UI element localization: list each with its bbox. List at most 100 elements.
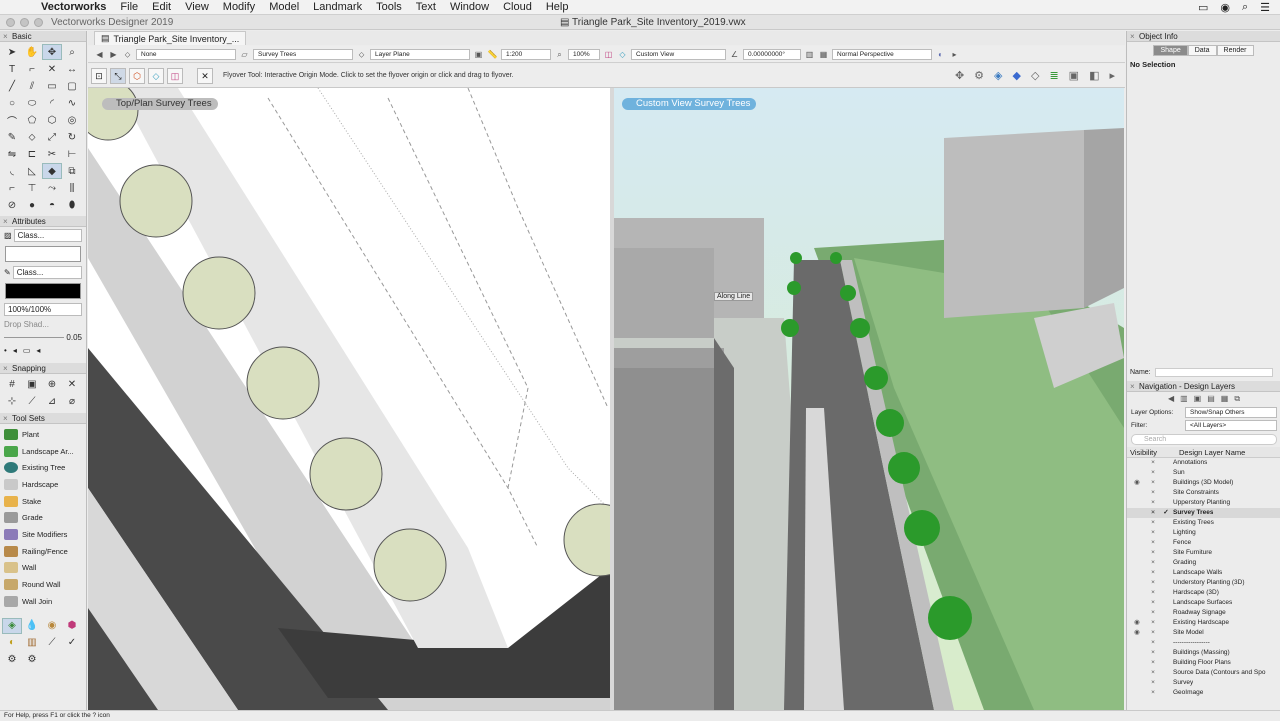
- blank-icon[interactable]: [1127, 538, 1147, 548]
- blank-icon[interactable]: [1127, 528, 1147, 538]
- paint-tool-icon[interactable]: ●: [22, 197, 42, 213]
- freehand-tool-icon[interactable]: ∿: [62, 95, 82, 111]
- flyover-tool-shortcut-icon[interactable]: ✥: [955, 69, 964, 82]
- layer-row[interactable]: × Survey: [1127, 678, 1280, 688]
- visibility-column-header[interactable]: Visibility: [1127, 447, 1179, 457]
- arc-tool-icon[interactable]: ◜: [42, 95, 62, 111]
- blank-icon[interactable]: [1127, 518, 1147, 528]
- layer-row[interactable]: × Site Furniture: [1127, 548, 1280, 558]
- selection-tool-icon[interactable]: ➤: [2, 44, 22, 60]
- toolset-landscape-area[interactable]: Landscape Ar...: [0, 443, 86, 460]
- forward-arrow-icon[interactable]: ▶: [108, 49, 119, 60]
- double-line-tool-icon[interactable]: ⫽: [22, 78, 42, 94]
- blank-icon[interactable]: [1127, 548, 1147, 558]
- blank-icon[interactable]: [1127, 598, 1147, 608]
- layer-row[interactable]: × Understory Planting (3D): [1127, 578, 1280, 588]
- menu-model[interactable]: Model: [262, 1, 306, 13]
- snap-to-tangent-icon[interactable]: ⌀: [62, 393, 82, 409]
- measure-tool-icon[interactable]: ⊘: [2, 197, 22, 213]
- layer-check-slot[interactable]: [1159, 618, 1173, 628]
- more-icon[interactable]: ▸: [949, 49, 960, 60]
- layer-name-column-header[interactable]: Design Layer Name: [1179, 447, 1245, 457]
- invisible-x-icon[interactable]: ×: [1147, 538, 1159, 548]
- visualization-set-icon[interactable]: ⬢: [62, 618, 82, 634]
- layers-icon[interactable]: ◇: [1031, 69, 1039, 82]
- nav-refs-icon[interactable]: ⧉: [1234, 394, 1240, 404]
- line-weight-slider[interactable]: [4, 337, 65, 338]
- invisible-x-icon[interactable]: ×: [1147, 598, 1159, 608]
- invisible-x-icon[interactable]: ×: [1147, 488, 1159, 498]
- lighting-icon[interactable]: ◐: [935, 49, 946, 60]
- blank-icon[interactable]: [1127, 558, 1147, 568]
- layer-row[interactable]: × Upperstory Planting: [1127, 498, 1280, 508]
- spotlight-search-icon[interactable]: ⌕: [1242, 1, 1248, 14]
- user-icon[interactable]: ◉: [1220, 1, 1230, 14]
- plan-view-label[interactable]: Top/Plan Survey Trees: [102, 98, 218, 110]
- blank-icon[interactable]: [1127, 678, 1147, 688]
- visible-eye-icon[interactable]: ◉: [1127, 478, 1147, 488]
- view-mode-button[interactable]: ◫: [167, 67, 183, 84]
- view-center-mode-button[interactable]: ⊡: [91, 67, 107, 84]
- invisible-x-icon[interactable]: ×: [1147, 518, 1159, 528]
- invisible-x-icon[interactable]: ×: [1147, 468, 1159, 478]
- layer-row[interactable]: × ✓ Survey Trees: [1127, 508, 1280, 518]
- visible-eye-icon[interactable]: ◉: [1127, 628, 1147, 638]
- invisible-x-icon[interactable]: ×: [1147, 548, 1159, 558]
- layer-row[interactable]: × Annotations: [1127, 458, 1280, 468]
- fill-swatch[interactable]: [5, 246, 81, 262]
- snapshot-icon[interactable]: ▣: [1069, 69, 1079, 82]
- layer-check-slot[interactable]: [1159, 468, 1173, 478]
- close-window-button[interactable]: [6, 17, 15, 27]
- layer-check-slot[interactable]: [1159, 588, 1173, 598]
- fasteners-set-icon[interactable]: ⚙: [2, 652, 22, 668]
- layer-check-slot[interactable]: [1159, 628, 1173, 638]
- attribute-mapping-tool-icon[interactable]: ⬦: [22, 129, 42, 145]
- layer-row[interactable]: × Buildings (Massing): [1127, 648, 1280, 658]
- line-start-icon[interactable]: •: [4, 346, 7, 355]
- menu-text[interactable]: Text: [409, 1, 443, 13]
- dimension-tool-icon[interactable]: ↔: [62, 61, 82, 77]
- blank-icon[interactable]: [1127, 458, 1147, 468]
- polyline-tool-icon[interactable]: ⌒: [2, 112, 22, 128]
- layer-check-slot[interactable]: [1159, 498, 1173, 508]
- layer-check-slot[interactable]: [1159, 538, 1173, 548]
- layer-row[interactable]: × Hardscape (3D): [1127, 588, 1280, 598]
- spiral-tool-icon[interactable]: ◎: [62, 112, 82, 128]
- chamfer-tool-icon[interactable]: ◺: [22, 163, 42, 179]
- layer-scale-field[interactable]: 1:200: [501, 48, 551, 60]
- layer-check-slot[interactable]: [1159, 488, 1173, 498]
- layer-row[interactable]: ◉ × Buildings (3D Model): [1127, 478, 1280, 488]
- invisible-x-icon[interactable]: ×: [1147, 498, 1159, 508]
- toolset-wall-join[interactable]: Wall Join: [0, 593, 86, 610]
- site-planning-set-icon[interactable]: ◈: [2, 617, 22, 634]
- invisible-x-icon[interactable]: ×: [1147, 628, 1159, 638]
- tab-data[interactable]: Data: [1187, 45, 1217, 56]
- current-view-dropdown[interactable]: Custom View: [631, 48, 726, 60]
- zoom-field[interactable]: 100%: [568, 48, 600, 60]
- rotate-tool-icon[interactable]: ↻: [62, 129, 82, 145]
- blank-icon[interactable]: [1127, 668, 1147, 678]
- layer-row[interactable]: × -----------------: [1127, 638, 1280, 648]
- toolset-railing-fence[interactable]: Railing/Fence: [0, 543, 86, 560]
- pen-class-dropdown[interactable]: Class...: [12, 266, 82, 279]
- layer-row[interactable]: × Sun: [1127, 468, 1280, 478]
- snap-to-distance-icon[interactable]: ⟋: [22, 393, 42, 409]
- standard-mode-button[interactable]: ⬡: [129, 67, 145, 84]
- reshape-tool-icon[interactable]: ⤢: [42, 129, 62, 145]
- menu-window[interactable]: Window: [443, 1, 496, 13]
- layer-check-slot[interactable]: [1159, 548, 1173, 558]
- invisible-x-icon[interactable]: ×: [1147, 638, 1159, 648]
- tab-render[interactable]: Render: [1216, 45, 1254, 56]
- blank-icon[interactable]: [1127, 588, 1147, 598]
- name-field[interactable]: [1154, 368, 1273, 377]
- smart-points-icon[interactable]: ⊹: [2, 393, 22, 409]
- blank-icon[interactable]: [1127, 578, 1147, 588]
- blank-icon[interactable]: [1127, 488, 1147, 498]
- trim-tool-icon[interactable]: ⊢: [62, 146, 82, 162]
- line-style-icon[interactable]: ▭: [23, 346, 31, 355]
- layer-check-slot[interactable]: [1159, 518, 1173, 528]
- snap-to-grid-icon[interactable]: #: [2, 376, 22, 392]
- invisible-x-icon[interactable]: ×: [1147, 478, 1159, 488]
- fillet-tool-icon[interactable]: ◟: [2, 163, 22, 179]
- toolset-site-modifiers[interactable]: Site Modifiers: [0, 526, 86, 543]
